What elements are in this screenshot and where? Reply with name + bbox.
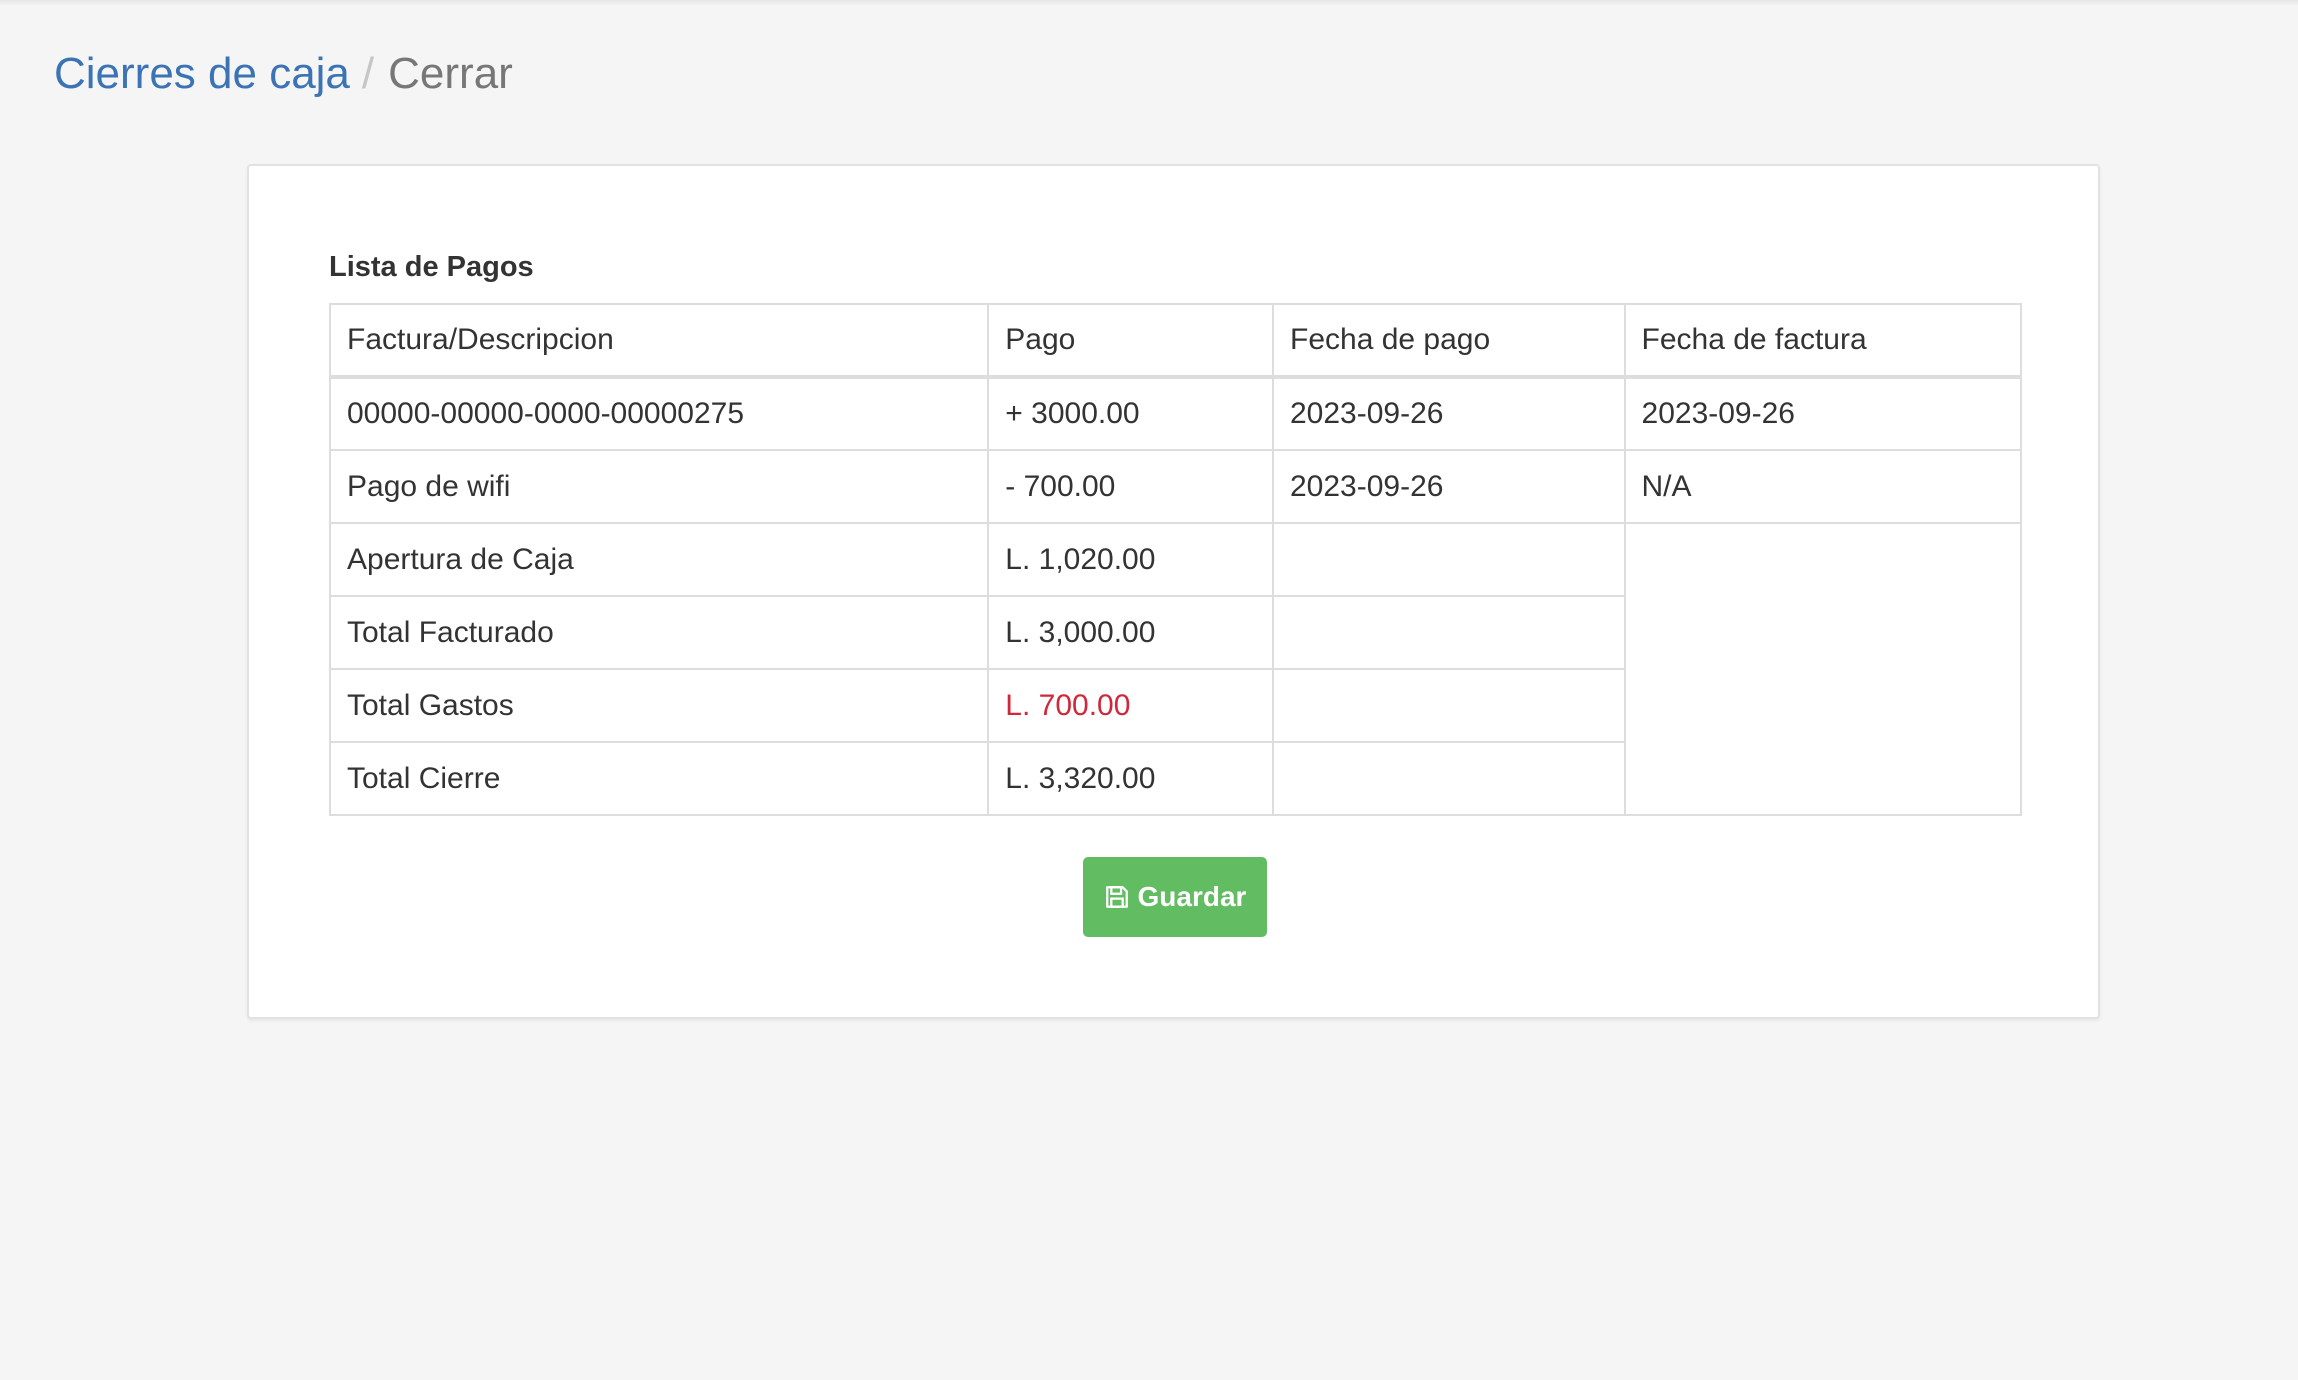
empty-cell <box>1272 668 1626 743</box>
topbar-shadow <box>0 0 2298 6</box>
cell-fecha-pago: 2023-09-26 <box>1272 449 1626 524</box>
total-label: Apertura de Caja <box>328 522 990 597</box>
save-button[interactable]: Guardar <box>1083 857 1267 937</box>
column-header-pago: Pago <box>987 303 1274 379</box>
cell-fecha-factura: 2023-09-26 <box>1623 376 2023 451</box>
empty-cell <box>1272 595 1626 670</box>
breadcrumb-separator: / <box>361 49 375 98</box>
save-button-label: Guardar <box>1137 881 1247 912</box>
total-row-apertura: Apertura de Caja L. 1,020.00 <box>328 522 2023 816</box>
column-header-fecha-factura: Fecha de factura <box>1623 303 2023 379</box>
cell-fecha-factura: N/A <box>1623 449 2023 524</box>
cell-factura: Pago de wifi <box>328 449 990 524</box>
payments-table: Factura/Descripcion Pago Fecha de pago F… <box>328 303 2023 816</box>
floppy-disk-icon <box>1104 884 1130 910</box>
column-header-factura: Factura/Descripcion <box>328 303 990 379</box>
empty-cell <box>1272 522 1626 597</box>
total-label: Total Gastos <box>328 668 990 743</box>
total-value-expenses: L. 700.00 <box>987 668 1274 743</box>
total-value: L. 1,020.00 <box>987 522 1274 597</box>
breadcrumb-current: Cerrar <box>388 49 513 98</box>
total-label: Total Facturado <box>328 595 990 670</box>
column-header-fecha-pago: Fecha de pago <box>1272 303 1626 379</box>
total-value: L. 3,320.00 <box>987 741 1274 816</box>
cell-factura: 00000-00000-0000-00000275 <box>328 376 990 451</box>
cell-fecha-pago: 2023-09-26 <box>1272 376 1626 451</box>
table-row: Pago de wifi - 700.00 2023-09-26 N/A <box>328 449 2023 524</box>
total-value: L. 3,000.00 <box>987 595 1274 670</box>
payments-panel: Lista de Pagos Factura/Descripcion Pago … <box>247 164 2100 1019</box>
breadcrumb: Cierres de caja / Cerrar <box>54 44 513 104</box>
cell-pago: - 700.00 <box>987 449 1274 524</box>
table-row: 00000-00000-0000-00000275 + 3000.00 2023… <box>328 376 2023 451</box>
payments-list-title: Lista de Pagos <box>329 251 534 283</box>
breadcrumb-link-cierres[interactable]: Cierres de caja <box>54 49 350 98</box>
empty-cell <box>1272 741 1626 816</box>
total-label: Total Cierre <box>328 741 990 816</box>
cell-pago: + 3000.00 <box>987 376 1274 451</box>
empty-merged-cell <box>1623 522 2023 816</box>
table-header-row: Factura/Descripcion Pago Fecha de pago F… <box>328 303 2023 379</box>
